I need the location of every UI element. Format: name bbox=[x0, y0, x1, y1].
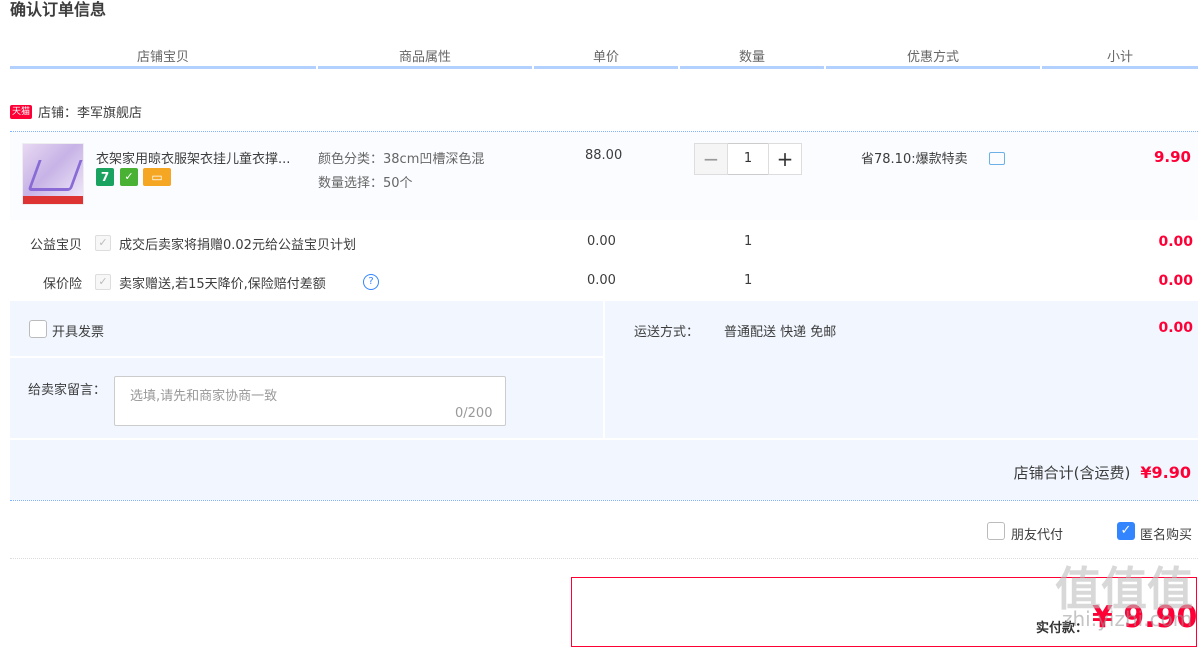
watermark-site: zhi.yizhi.com bbox=[1062, 607, 1193, 631]
guarantee-icon: ✓ bbox=[120, 168, 138, 186]
charity-price: 0.00 bbox=[587, 234, 616, 249]
charity-checkbox: ✓ bbox=[95, 235, 111, 251]
help-icon[interactable]: ? bbox=[363, 274, 379, 290]
header-divider bbox=[826, 66, 1040, 69]
quantity-input[interactable]: 1 bbox=[728, 143, 768, 175]
insurance-qty: 1 bbox=[744, 273, 753, 288]
shop-total-label: 店铺合计(含运费) bbox=[1013, 464, 1131, 482]
product-thumbnail[interactable] bbox=[22, 143, 84, 205]
shop-name[interactable]: 店铺：李军旗舰店 bbox=[38, 102, 142, 121]
shipping-cost: 0.00 bbox=[1158, 320, 1193, 336]
col-header-item: 店铺宝贝 bbox=[136, 50, 189, 65]
friend-pay-checkbox[interactable] bbox=[987, 522, 1005, 540]
product-title-link[interactable]: 衣架家用晾衣服架衣挂儿童衣撑... bbox=[96, 148, 310, 167]
unit-price: 88.00 bbox=[585, 148, 623, 163]
col-header-subtotal: 小计 bbox=[1106, 50, 1133, 65]
divider bbox=[10, 500, 1198, 501]
item-subtotal: 9.90 bbox=[1153, 148, 1191, 166]
insurance-subtotal: 0.00 bbox=[1158, 273, 1193, 289]
col-header-attr: 商品属性 bbox=[398, 50, 451, 65]
anonymous-checkbox[interactable]: ✓ bbox=[1117, 522, 1135, 540]
shipping-label: 运送方式： bbox=[634, 325, 700, 340]
charity-text: 成交后卖家将捐赠0.02元给公益宝贝计划 bbox=[119, 238, 356, 253]
col-header-price: 单价 bbox=[592, 50, 619, 65]
minus-button[interactable]: − bbox=[694, 143, 728, 175]
item-row-bg bbox=[10, 132, 1198, 220]
insurance-price: 0.00 bbox=[587, 273, 616, 288]
promo-label[interactable]: 省78.10:爆款特卖 bbox=[861, 148, 968, 167]
page-title: 确认订单信息 bbox=[10, 0, 107, 19]
invoice-label[interactable]: 开具发票 bbox=[52, 321, 104, 340]
header-divider bbox=[534, 66, 678, 69]
charity-label: 公益宝贝 bbox=[29, 238, 82, 253]
divider bbox=[10, 558, 1198, 559]
message-counter: 0/200 bbox=[455, 406, 493, 421]
header-divider bbox=[1042, 66, 1198, 69]
message-label: 给卖家留言： bbox=[28, 383, 107, 398]
plus-button[interactable]: + bbox=[768, 143, 802, 175]
invoice-checkbox[interactable] bbox=[29, 320, 47, 338]
tmall-icon: 天猫 bbox=[10, 104, 33, 119]
quantity-attribute: 数量选择：50个 bbox=[318, 176, 413, 191]
message-placeholder: 选填,请先和商家协商一致 bbox=[130, 389, 278, 404]
header-divider bbox=[10, 66, 316, 69]
shop-row: 天猫 店铺：李军旗舰店 bbox=[10, 102, 142, 121]
seven-day-return-icon: 7 bbox=[96, 168, 114, 186]
chat-icon[interactable] bbox=[989, 152, 1005, 165]
shop-total: 店铺合计(含运费) ¥9.90 bbox=[1014, 462, 1191, 483]
insurance-label: 保价险 bbox=[42, 277, 82, 292]
insurance-checkbox: ✓ bbox=[95, 274, 111, 290]
insurance-text: 卖家赠送,若15天降价,保险赔付差额 bbox=[119, 277, 326, 292]
header-divider bbox=[318, 66, 532, 69]
charity-qty: 1 bbox=[744, 234, 753, 249]
shop-total-amount: ¥9.90 bbox=[1140, 463, 1191, 482]
quantity-stepper: − 1 + bbox=[694, 143, 802, 175]
col-header-promo: 优惠方式 bbox=[906, 50, 959, 65]
anonymous-label[interactable]: 匿名购买 bbox=[1140, 524, 1192, 543]
friend-pay-label[interactable]: 朋友代付 bbox=[1011, 524, 1063, 543]
header-divider bbox=[680, 66, 824, 69]
card-pay-icon: ▭ bbox=[143, 168, 171, 186]
col-header-qty: 数量 bbox=[738, 50, 765, 65]
shipping-method[interactable]: 普通配送 快递 免邮 bbox=[724, 321, 836, 340]
color-attribute: 颜色分类：38cm凹槽深色混 bbox=[318, 152, 485, 167]
charity-subtotal: 0.00 bbox=[1158, 234, 1193, 250]
